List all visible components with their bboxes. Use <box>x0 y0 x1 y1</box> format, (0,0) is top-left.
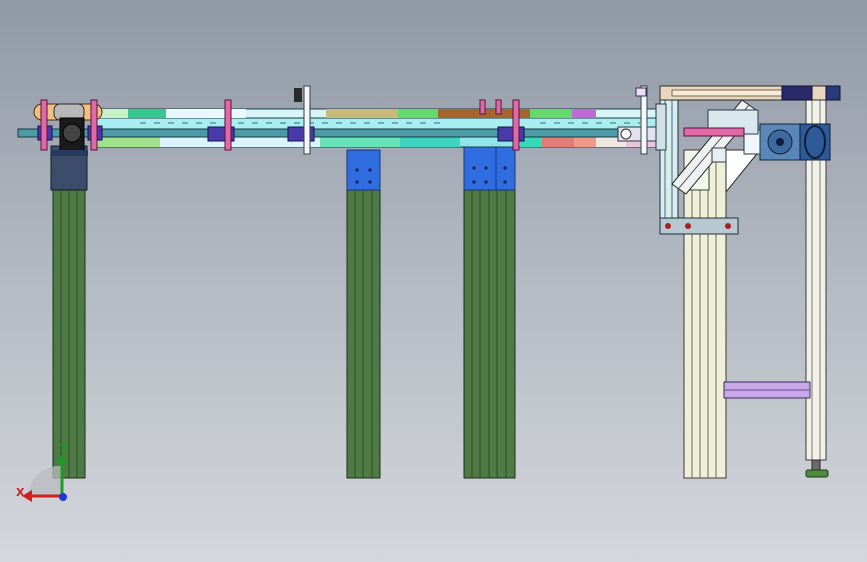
support-leg-left[interactable] <box>50 145 88 479</box>
axis-triad <box>22 454 68 502</box>
cad-viewport[interactable]: X Y <box>0 0 867 562</box>
leveling-foot <box>805 459 829 478</box>
drive-shaft[interactable] <box>17 128 639 138</box>
leg-mount-bracket-middle <box>346 149 381 191</box>
top-frame-beam <box>659 85 841 101</box>
drive-frame-column[interactable] <box>683 149 727 479</box>
z-axis-dot <box>59 493 67 501</box>
conveyor-assembly-model[interactable] <box>0 0 867 562</box>
cross-brace-lower <box>723 381 811 399</box>
axis-y-label: Y <box>60 442 68 455</box>
axis-x-label: X <box>16 486 25 499</box>
support-leg-middle[interactable] <box>346 149 381 479</box>
support-leg-right-double[interactable] <box>463 149 516 479</box>
